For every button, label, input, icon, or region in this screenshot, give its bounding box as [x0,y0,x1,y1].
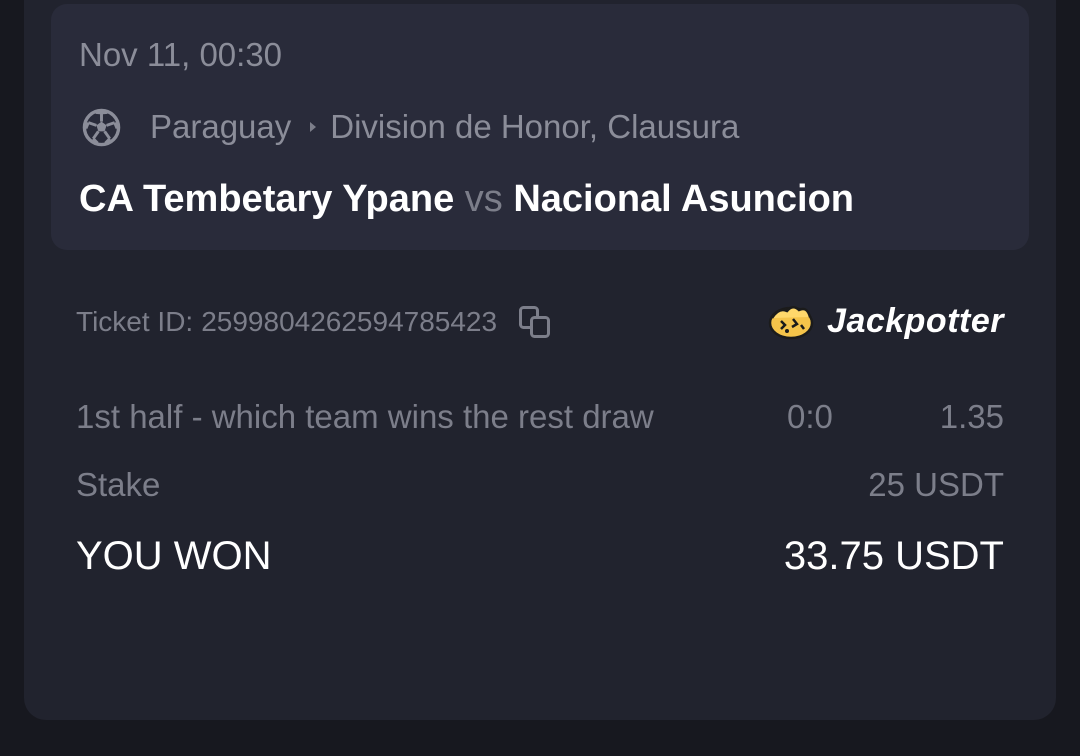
brand-badge: Jackpotter [767,297,1004,345]
ticket-id-label: Ticket ID: [76,306,194,337]
stake-value: 25 USDT [868,466,1004,503]
won-amount: 33.75 USDT [783,534,1004,578]
stake-row: Stake 25 USDT [76,463,1004,507]
jackpotter-logo-icon [768,306,814,340]
ticket-id-row: Ticket ID: 2599804262594785423 [76,300,552,344]
event-date-time: Nov 11, 00:30 [79,36,283,73]
bet-market: 1st half - which team wins the rest draw [76,398,654,435]
away-team-name: Nacional Asuncion [513,178,854,220]
winnings-row: YOU WON 33.75 USDT [76,530,1004,582]
soccer-ball-icon [82,108,121,146]
league-name[interactable]: Division de Honor, Clausura [330,108,739,146]
bet-selection-row: 1st half - which team wins the rest draw… [76,395,1004,439]
won-label: YOU WON [76,534,272,578]
brand-name: Jackpotter [827,301,1004,340]
vs-separator: vs [464,178,503,220]
chevron-right-icon [310,122,317,132]
bet-score: 0:0 [787,398,833,435]
ticket-id-value: 2599804262594785423 [201,306,498,337]
stake-label: Stake [76,466,161,503]
copy-icon[interactable] [518,305,552,339]
bet-odds: 1.35 [939,398,1004,435]
league-country[interactable]: Paraguay [150,108,291,146]
league-breadcrumb: Paraguay Division de Honor, Clausura [82,106,739,148]
match-title[interactable]: CA Tembetary Ypane vs Nacional Asuncion [79,176,969,224]
home-team-name: CA Tembetary Ypane [79,178,455,220]
